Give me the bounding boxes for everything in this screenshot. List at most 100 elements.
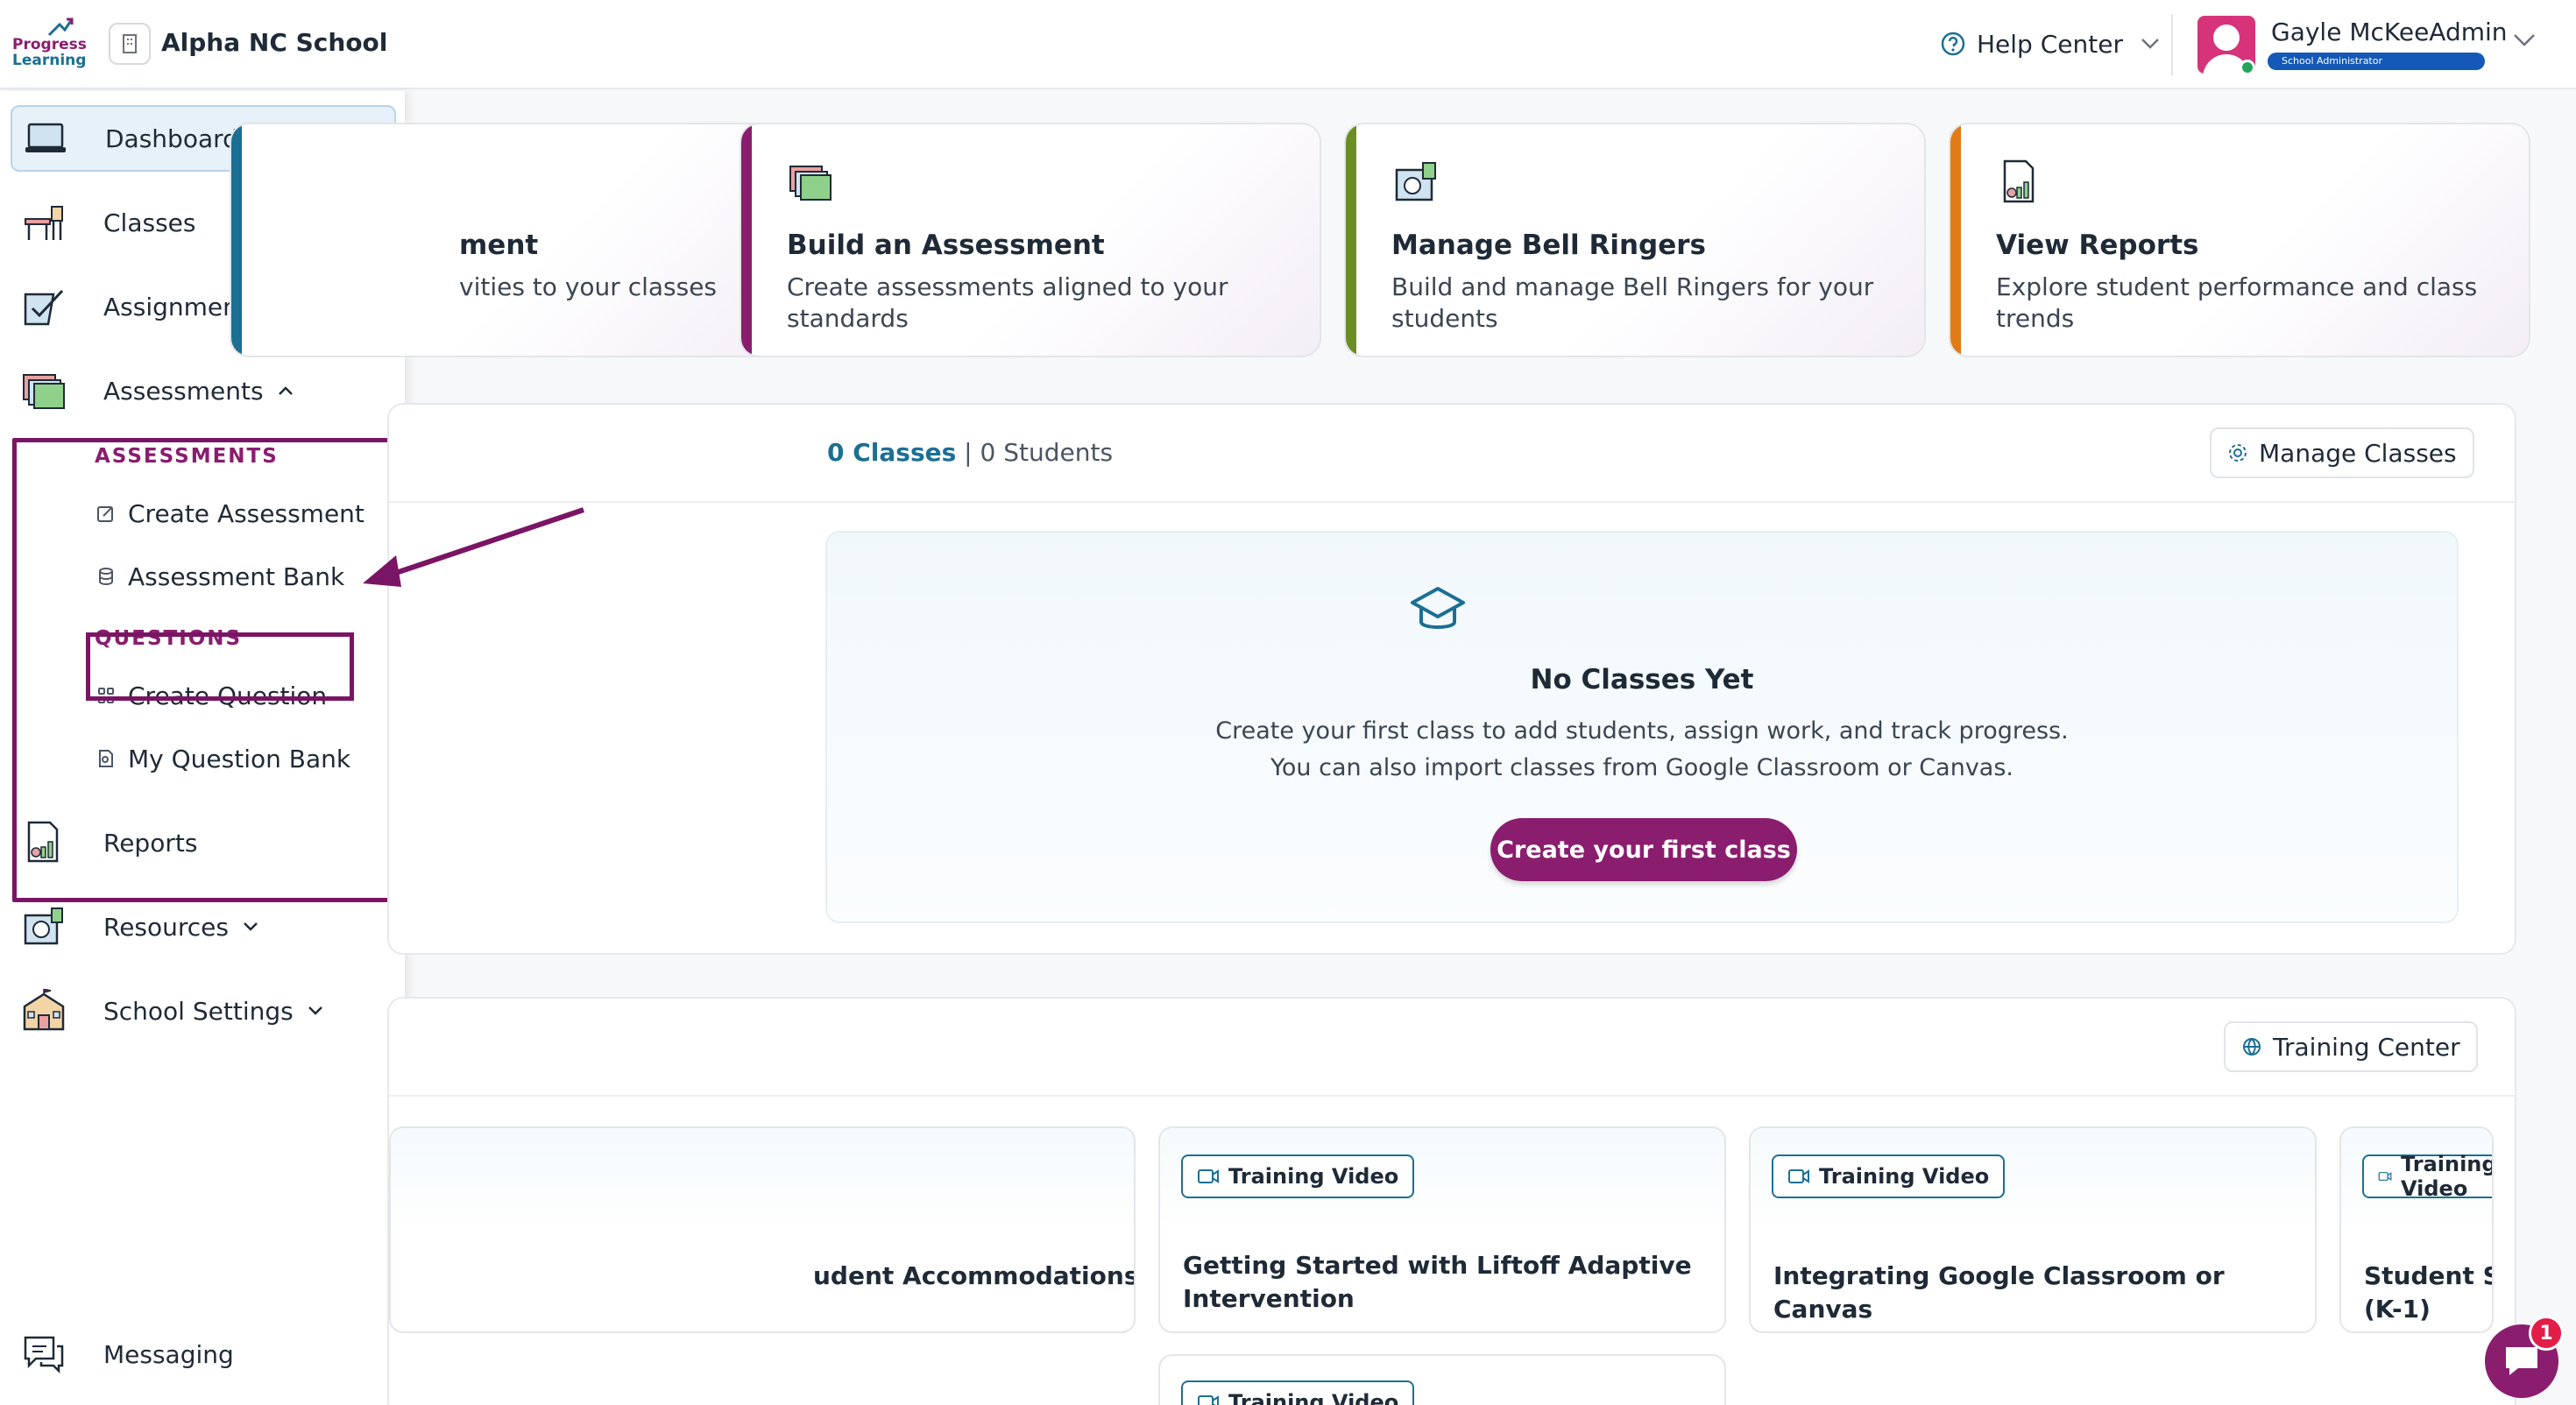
main-content: ment vities to your classes Build an Ass…	[230, 91, 2576, 1405]
chat-notification-badge: 1	[2529, 1316, 2564, 1351]
create-first-class-button[interactable]: Create your first class	[1490, 818, 1797, 881]
training-video-card-next[interactable]: Training Video	[1158, 1354, 1726, 1405]
training-panel: Training Center udent Accommodations Tra…	[387, 997, 2516, 1405]
sidebar-item-label: Resources	[103, 912, 229, 942]
video-camera-icon	[1198, 1395, 1219, 1405]
sidebar-item-label: Classes	[103, 208, 196, 237]
badge-label: Training Video	[1228, 1164, 1399, 1189]
sidebar-item-school-settings[interactable]: School Settings	[11, 978, 396, 1044]
training-panel-header: Training Center	[389, 999, 2515, 1097]
user-menu-chevron-icon[interactable]	[2513, 33, 2536, 47]
sidebar-item-label: School Settings	[103, 996, 294, 1026]
folders-icon	[19, 366, 68, 415]
assignment-check-icon	[19, 282, 68, 331]
manage-classes-button[interactable]: Manage Classes	[2210, 427, 2474, 478]
bell-ringer-icon	[1395, 162, 1436, 201]
training-video-card-4[interactable]: Training Video Student Study Plans and F…	[2339, 1126, 2494, 1333]
card-description: Explore student performance and class tr…	[1996, 272, 2478, 333]
role-badge: School Administrator	[2268, 53, 2485, 70]
chevron-down-icon	[308, 1006, 322, 1015]
training-video-badge: Training Video	[1772, 1154, 2006, 1198]
quick-action-card-1[interactable]: ment vities to your classes	[230, 123, 811, 357]
card-title: Manage Bell Ringers	[1391, 229, 1706, 261]
class-student-count: 0 Classes | 0 Students	[827, 438, 1113, 467]
chat-bubble-icon	[2506, 1347, 2537, 1375]
training-video-card-1[interactable]: udent Accommodations	[389, 1126, 1136, 1333]
empty-state-description: Create your first class to add students,…	[827, 713, 2457, 787]
quick-action-build-assessment[interactable]: Build an Assessment Create assessments a…	[740, 123, 1321, 357]
folders-icon	[789, 166, 832, 201]
training-video-badge: Training Video	[1181, 1154, 1415, 1198]
school-icon	[19, 986, 68, 1035]
help-circle-icon	[1941, 32, 1965, 56]
training-video-card-3[interactable]: Training Video Integrating Google Classr…	[1749, 1126, 2317, 1333]
logo-text-top: Progress	[12, 36, 87, 53]
card-description: Create assessments aligned to your stand…	[787, 272, 1228, 333]
card-accent-bar	[1346, 124, 1356, 356]
laptop-icon	[21, 114, 70, 163]
school-building-icon	[109, 23, 151, 65]
sidebar-item-assessments[interactable]: Assessments	[11, 357, 396, 424]
video-title: udent Accommodations	[813, 1261, 1136, 1290]
chevron-up-icon	[278, 386, 293, 395]
quick-action-bell-ringers[interactable]: Manage Bell Ringers Build and manage Bel…	[1344, 123, 1926, 357]
badge-label: Training Video	[1819, 1164, 1990, 1189]
chat-bubbles-icon	[19, 1330, 68, 1379]
card-accent-bar	[1950, 124, 1961, 356]
badge-label: Training Video	[2401, 1152, 2494, 1201]
logo-spark-icon	[47, 18, 74, 37]
help-center-label: Help Center	[1977, 29, 2123, 59]
video-camera-icon	[1788, 1169, 1809, 1183]
students-count: 0 Students	[980, 438, 1114, 467]
report-chart-icon	[2003, 159, 2035, 203]
training-center-button[interactable]: Training Center	[2224, 1021, 2478, 1072]
video-title: Student Study Plans and Focus Areas (K-1…	[2364, 1261, 2492, 1324]
sidebar-item-label: Assessments	[103, 376, 264, 406]
user-avatar[interactable]	[2197, 16, 2255, 74]
empty-state-line-2: You can also import classes from Google …	[1270, 754, 2013, 781]
annotation-arrow-icon	[363, 507, 584, 587]
empty-state-title: No Classes Yet	[1530, 664, 1754, 695]
top-bar: Progress Learning Alpha NC School Help C…	[0, 0, 2576, 89]
sidebar-item-resources[interactable]: Resources	[11, 893, 396, 960]
globe-icon	[2243, 1038, 2261, 1056]
training-video-badge: Training Video	[1181, 1380, 1415, 1405]
card-accent-bar	[741, 124, 752, 356]
sidebar-item-label: Messaging	[103, 1339, 234, 1369]
progress-learning-logo[interactable]: Progress Learning	[12, 18, 87, 72]
classes-panel: 0 Classes | 0 Students Manage Classes No…	[387, 403, 2516, 955]
sidebar-item-label: Dashboard	[105, 124, 238, 153]
manage-classes-label: Manage Classes	[2259, 438, 2457, 468]
training-video-badge: Training Video	[2362, 1152, 2494, 1201]
school-name: Alpha NC School	[161, 28, 388, 57]
sidebar-item-messaging[interactable]: Messaging	[11, 1321, 396, 1387]
card-title: ment	[459, 229, 539, 261]
desk-icon	[19, 198, 68, 247]
card-title: Build an Assessment	[787, 229, 1105, 261]
quick-action-view-reports[interactable]: View Reports Explore student performance…	[1949, 123, 2530, 357]
badge-label: Training Video	[1228, 1390, 1399, 1405]
video-title: Integrating Google Classroom or Canvas	[1773, 1261, 2225, 1324]
training-video-card-2[interactable]: Training Video Getting Started with Lift…	[1158, 1126, 1726, 1333]
chevron-down-icon	[2141, 39, 2159, 49]
empty-state-line-1: Create your first class to add students,…	[1215, 717, 2069, 745]
chevron-down-icon	[244, 922, 258, 931]
video-camera-icon	[1198, 1169, 1219, 1183]
resources-icon	[19, 902, 68, 951]
card-title: View Reports	[1996, 229, 2199, 261]
training-center-label: Training Center	[2273, 1032, 2460, 1062]
help-center-button[interactable]: Help Center	[1940, 26, 2160, 61]
card-description: Build and manage Bell Ringers for your s…	[1391, 272, 1874, 333]
graduation-cap-icon	[1411, 587, 1465, 629]
header-divider	[2171, 14, 2173, 75]
no-classes-empty-state: No Classes Yet Create your first class t…	[825, 531, 2459, 923]
assessment-bank-highlight-box	[86, 632, 354, 701]
video-title: Getting Started with Liftoff Adaptive In…	[1183, 1251, 1692, 1313]
logo-text-bottom: Learning	[12, 52, 87, 69]
online-status-icon	[2240, 60, 2255, 74]
classes-panel-header: 0 Classes | 0 Students Manage Classes	[389, 405, 2515, 503]
user-name: Gayle McKeeAdmin	[2271, 18, 2508, 46]
classes-count-link[interactable]: 0 Classes	[827, 438, 956, 467]
video-camera-icon	[2378, 1172, 2392, 1181]
count-separator: |	[964, 438, 973, 467]
